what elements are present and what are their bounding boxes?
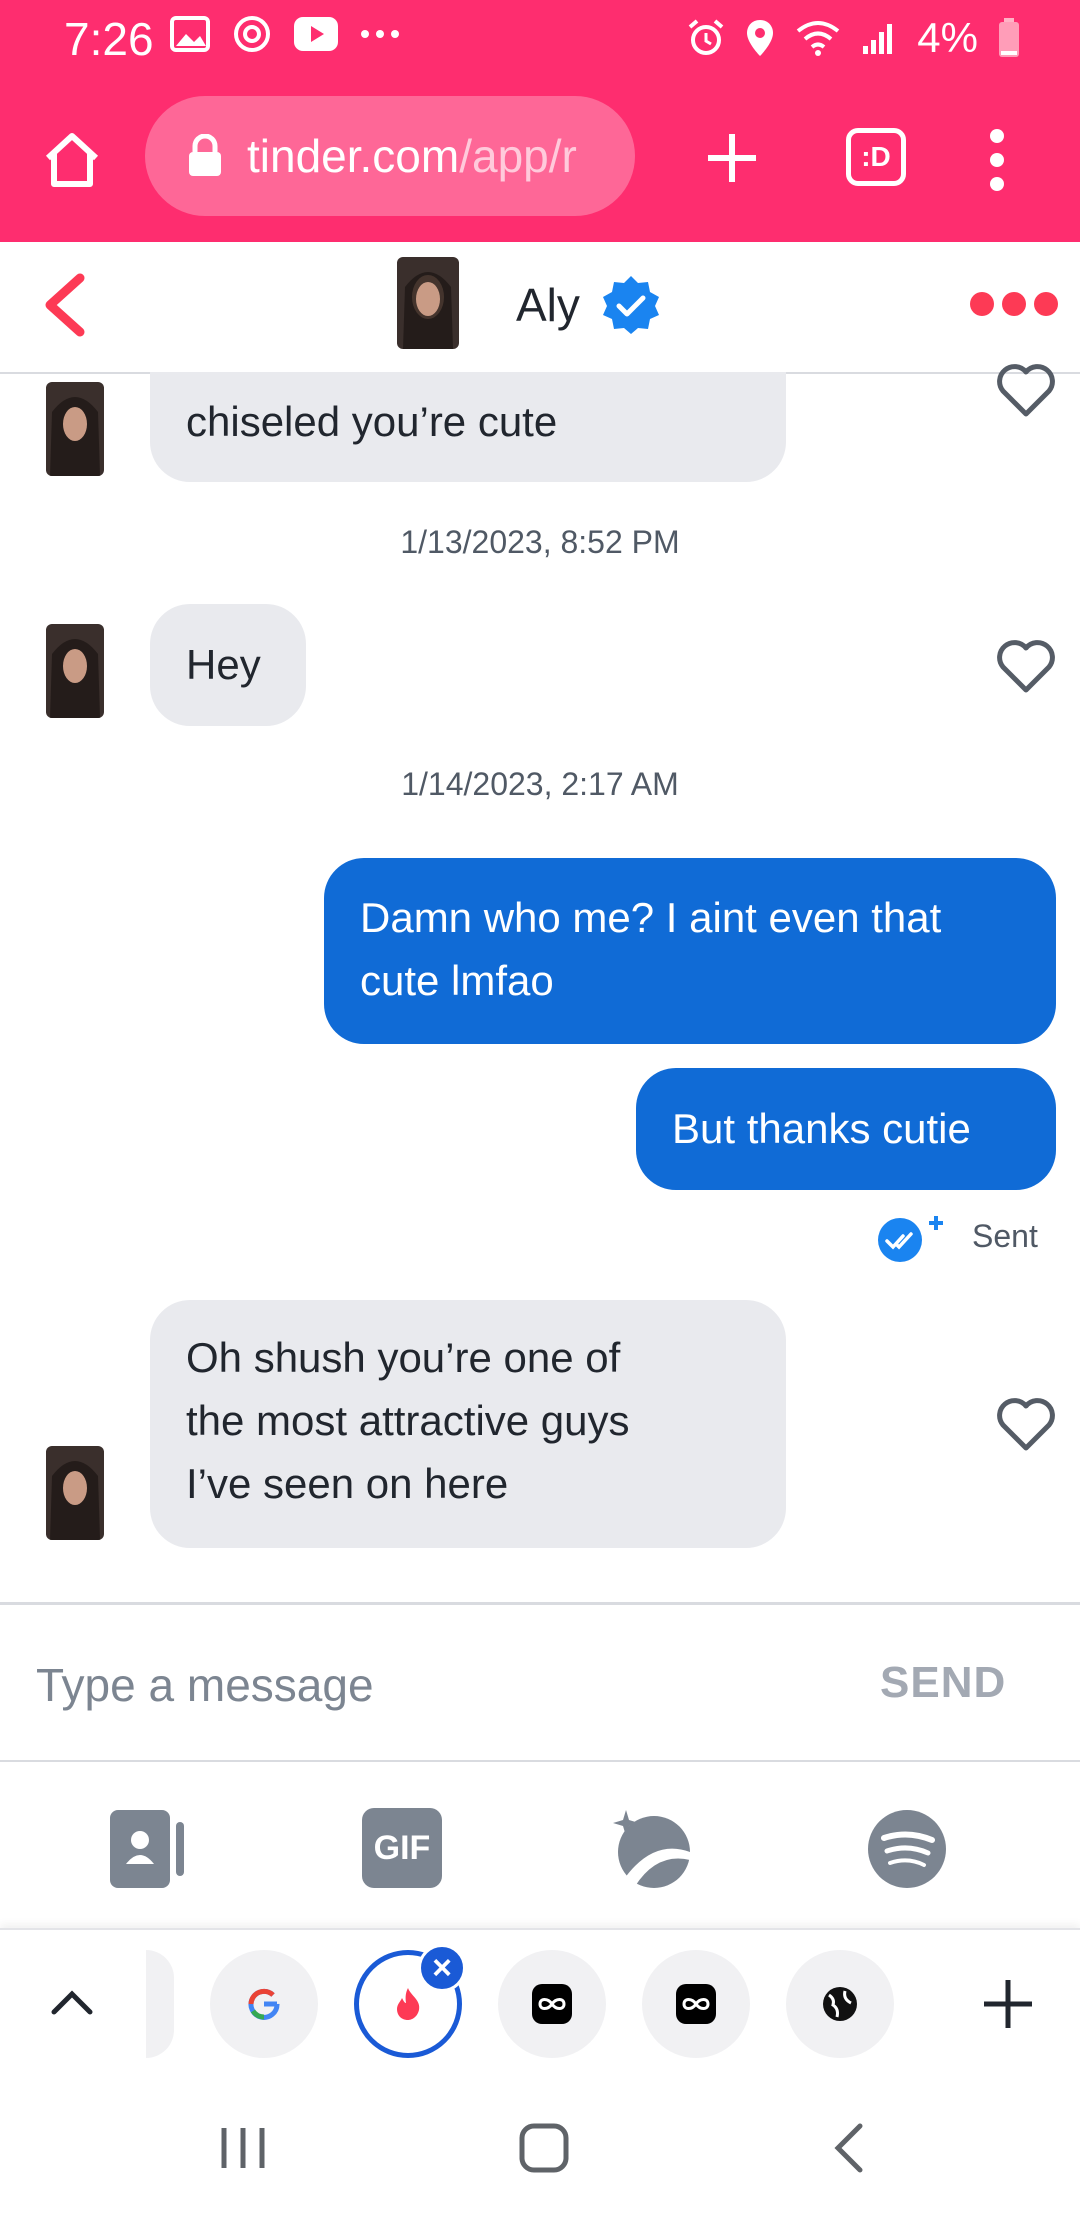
match-name[interactable]: Aly — [516, 278, 580, 332]
tinder-flame-icon — [397, 1988, 420, 2020]
composer-divider — [0, 1760, 1080, 1762]
infinity-tab[interactable] — [642, 1950, 750, 2058]
back-chevron-icon[interactable] — [40, 272, 90, 338]
incoming-message-bubble[interactable]: Oh shush you’re one of the most attracti… — [150, 1300, 786, 1548]
message-line: Oh shush you’re one of — [186, 1334, 621, 1381]
like-heart-icon[interactable] — [996, 638, 1056, 694]
overflow-menu-icon[interactable] — [986, 128, 1008, 192]
alarm-icon — [688, 19, 724, 55]
globe-tab[interactable] — [786, 1950, 894, 2058]
contact-card-icon[interactable] — [108, 1808, 190, 1890]
sent-receipt-icon — [878, 1216, 943, 1262]
match-avatar-small[interactable] — [46, 1446, 104, 1540]
globe-icon — [823, 1987, 857, 2021]
message-line: Damn who me? I aint even that — [360, 894, 942, 941]
partial-tab[interactable] — [146, 1950, 174, 2058]
like-heart-icon[interactable] — [996, 1396, 1056, 1452]
close-tab-button[interactable]: × — [418, 1944, 466, 1992]
infinity-tab[interactable] — [498, 1950, 606, 2058]
outgoing-message-bubble[interactable]: Damn who me? I aint even that cute lmfao — [324, 858, 1056, 1044]
like-heart-icon[interactable] — [996, 362, 1056, 418]
wifi-icon — [797, 21, 840, 56]
address-bar[interactable]: tinder.com/app/r — [145, 96, 635, 216]
send-button[interactable]: SEND — [880, 1658, 1006, 1708]
lock-icon — [189, 134, 221, 176]
more-icon — [361, 30, 399, 38]
status-time: 7:26 — [64, 13, 154, 65]
google-tab[interactable] — [210, 1950, 318, 2058]
message-text: chiseled you’re cute — [186, 398, 558, 445]
match-avatar[interactable] — [397, 257, 459, 349]
composer-divider — [0, 1602, 1080, 1605]
home-icon[interactable] — [40, 128, 104, 192]
tab-switcher-button[interactable]: :D — [846, 128, 906, 186]
verified-badge-icon — [603, 276, 659, 334]
match-avatar-small[interactable] — [46, 624, 104, 718]
infinity-icon — [676, 1984, 716, 2024]
status-icons-left — [170, 14, 400, 54]
chevron-up-icon[interactable] — [50, 1986, 94, 2016]
sent-status-text: Sent — [972, 1218, 1038, 1254]
new-tab-icon[interactable] — [700, 126, 764, 190]
gif-button[interactable]: GIF — [362, 1808, 442, 1888]
message-timestamp: 1/14/2023, 2:17 AM — [401, 766, 679, 802]
message-line: the most attractive guys — [186, 1397, 630, 1444]
more-options-icon[interactable] — [970, 292, 1058, 316]
incoming-message-bubble[interactable]: Hey — [150, 604, 306, 726]
back-icon[interactable] — [830, 2122, 866, 2174]
gallery-icon — [170, 16, 210, 52]
message-text: But thanks cutie — [672, 1105, 971, 1152]
new-tab-plus-icon[interactable] — [980, 1976, 1036, 2032]
spotify-icon[interactable] — [866, 1808, 948, 1890]
url-text: tinder.com/app/r — [247, 129, 577, 183]
status-icons-right: 4% — [687, 14, 1020, 62]
sync-icon — [234, 16, 270, 52]
match-avatar-small[interactable] — [46, 382, 104, 476]
message-line: cute lmfao — [360, 957, 554, 1004]
google-icon — [248, 1988, 280, 2020]
recents-icon[interactable] — [218, 2124, 268, 2172]
message-line: I’ve seen on here — [186, 1460, 509, 1507]
infinity-icon — [532, 1984, 572, 2024]
battery-low-icon — [999, 18, 1019, 57]
message-input[interactable] — [36, 1620, 836, 1750]
outgoing-message-bubble[interactable]: But thanks cutie — [636, 1068, 1056, 1190]
signal-icon — [863, 24, 893, 54]
url-path: /app/r — [459, 130, 577, 182]
location-icon — [747, 20, 774, 56]
youtube-icon — [294, 17, 338, 51]
url-host: tinder.com — [247, 130, 460, 182]
message-text: Hey — [186, 641, 261, 688]
sticker-icon[interactable] — [612, 1808, 694, 1890]
message-timestamp: 1/13/2023, 8:52 PM — [400, 524, 680, 560]
home-button-icon[interactable] — [518, 2122, 570, 2174]
battery-percent: 4% — [917, 14, 978, 61]
incoming-message-bubble[interactable]: chiseled you’re cute — [150, 372, 786, 482]
